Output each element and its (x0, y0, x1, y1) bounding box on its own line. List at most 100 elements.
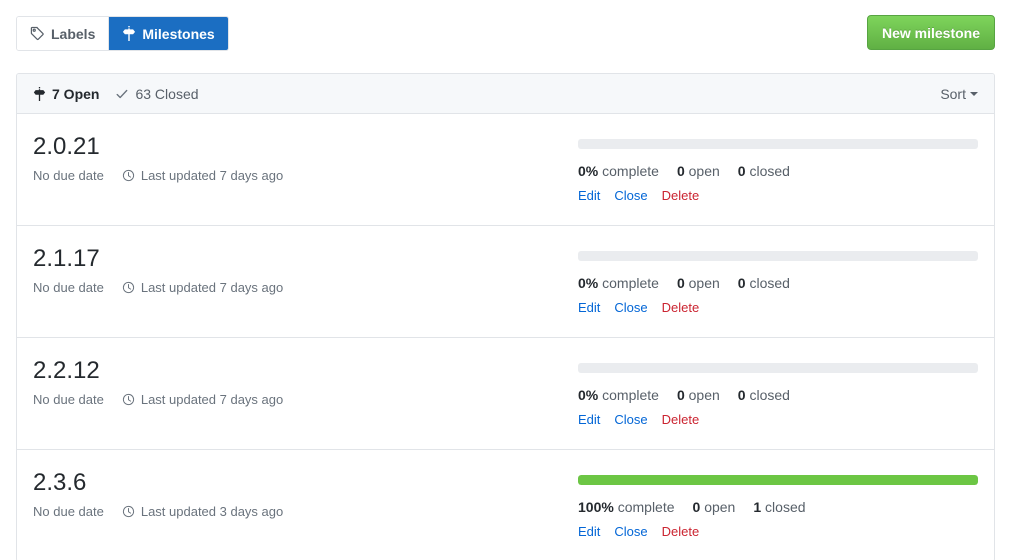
tab-milestones[interactable]: Milestones (108, 17, 228, 50)
open-issues-stat: 0 open (677, 275, 720, 291)
milestone-actions: Edit Close Delete (578, 412, 978, 427)
closed-issues-value: 1 (753, 499, 762, 515)
progress-bar-fill (578, 475, 978, 485)
milestones-container: 7 Open 63 Closed Sort 2.0.21 No due date… (16, 73, 995, 560)
state-counts: 7 Open 63 Closed (33, 86, 199, 102)
milestone-title[interactable]: 2.0.21 (33, 132, 100, 162)
tab-labels-label: Labels (51, 25, 96, 42)
tag-icon (30, 26, 45, 41)
closed-issues-stat: 1 closed (753, 499, 805, 515)
progress-bar (578, 251, 978, 261)
clock-icon (122, 393, 135, 406)
milestone-due-date: No due date (33, 280, 104, 295)
percent-complete-value: 0% (578, 163, 599, 179)
milestone-meta: No due date Last updated 3 days ago (33, 504, 578, 519)
milestone-stats: 0% complete 0 open 0 closed (578, 163, 978, 179)
delete-milestone-link[interactable]: Delete (662, 412, 700, 427)
milestone-due-date: No due date (33, 504, 104, 519)
closed-milestones-filter[interactable]: 63 Closed (115, 86, 199, 102)
closed-issues-label: closed (749, 163, 790, 179)
percent-complete-label: complete (602, 387, 659, 403)
milestone-meta: No due date Last updated 7 days ago (33, 392, 578, 407)
milestone-due-date: No due date (33, 168, 104, 183)
closed-issues-stat: 0 closed (738, 163, 790, 179)
closed-issues-stat: 0 closed (738, 275, 790, 291)
percent-complete-stat: 100% complete (578, 499, 675, 515)
open-issues-value: 0 (676, 387, 685, 403)
edit-milestone-link[interactable]: Edit (578, 412, 600, 427)
closed-issues-stat: 0 closed (738, 387, 790, 403)
close-milestone-link[interactable]: Close (614, 524, 647, 539)
open-issues-label: open (704, 499, 736, 515)
milestone-title[interactable]: 2.1.17 (33, 244, 100, 274)
progress-bar (578, 363, 978, 373)
open-milestones-filter[interactable]: 7 Open (33, 86, 99, 102)
percent-complete-stat: 0% complete (578, 387, 659, 403)
edit-milestone-link[interactable]: Edit (578, 188, 600, 203)
open-issues-stat: 0 open (677, 163, 720, 179)
labels-milestones-tabs: Labels Milestones (16, 16, 229, 51)
milestone-row-2.1.17: 2.1.17 No due date Last updated 7 days a… (17, 226, 994, 338)
edit-milestone-link[interactable]: Edit (578, 524, 600, 539)
milestone-title[interactable]: 2.3.6 (33, 468, 86, 498)
milestone-row-2.2.12: 2.2.12 No due date Last updated 7 days a… (17, 338, 994, 450)
closed-issues-label: closed (749, 387, 790, 403)
milestone-stats: 0% complete 0 open 0 closed (578, 387, 978, 403)
milestone-stats: 100% complete 0 open 1 closed (578, 499, 978, 515)
milestone-progress-area: 0% complete 0 open 0 closed Edit Close D… (578, 132, 978, 203)
milestone-last-updated: Last updated 7 days ago (140, 168, 284, 183)
milestone-meta: No due date Last updated 7 days ago (33, 168, 578, 183)
milestone-actions: Edit Close Delete (578, 524, 978, 539)
milestone-last-updated: Last updated 7 days ago (140, 280, 284, 295)
new-milestone-button[interactable]: New milestone (866, 15, 995, 50)
closed-issues-label: closed (749, 275, 790, 291)
percent-complete-label: complete (617, 499, 675, 515)
open-issues-label: open (688, 163, 720, 179)
close-milestone-link[interactable]: Close (614, 412, 647, 427)
percent-complete-stat: 0% complete (578, 275, 659, 291)
milestone-meta: No due date Last updated 7 days ago (33, 280, 578, 295)
sort-label: Sort (940, 85, 966, 102)
closed-issues-label: closed (765, 499, 806, 515)
closed-issues-value: 0 (737, 163, 746, 179)
open-issues-value: 0 (676, 275, 685, 291)
milestone-row-2.3.6: 2.3.6 No due date Last updated 3 days ag… (17, 450, 994, 560)
chevron-down-icon (970, 91, 978, 96)
progress-bar (578, 139, 978, 149)
new-milestone-button-label: New milestone (881, 24, 980, 41)
percent-complete-stat: 0% complete (578, 163, 659, 179)
milestone-info: 2.2.12 No due date Last updated 7 days a… (33, 356, 578, 427)
edit-milestone-link[interactable]: Edit (578, 300, 600, 315)
tab-milestones-label: Milestones (142, 25, 215, 42)
milestone-icon (122, 26, 136, 41)
percent-complete-label: complete (602, 275, 659, 291)
close-milestone-link[interactable]: Close (614, 188, 647, 203)
tab-labels[interactable]: Labels (17, 17, 109, 50)
page-toolbar: Labels Milestones New milestone (0, 0, 1011, 68)
sort-dropdown[interactable]: Sort (940, 86, 978, 102)
milestone-title[interactable]: 2.2.12 (33, 356, 100, 386)
progress-bar (578, 475, 978, 485)
open-issues-stat: 0 open (677, 387, 720, 403)
milestone-icon (33, 86, 46, 101)
milestone-actions: Edit Close Delete (578, 300, 978, 315)
percent-complete-value: 0% (578, 275, 599, 291)
close-milestone-link[interactable]: Close (614, 300, 647, 315)
delete-milestone-link[interactable]: Delete (662, 300, 700, 315)
delete-milestone-link[interactable]: Delete (662, 188, 700, 203)
closed-issues-value: 0 (737, 387, 746, 403)
check-icon (115, 87, 129, 101)
percent-complete-value: 100% (578, 499, 614, 515)
milestone-list: 2.0.21 No due date Last updated 7 days a… (17, 114, 994, 560)
open-issues-stat: 0 open (693, 499, 736, 515)
milestone-stats: 0% complete 0 open 0 closed (578, 275, 978, 291)
delete-milestone-link[interactable]: Delete (662, 524, 700, 539)
percent-complete-label: complete (602, 163, 659, 179)
clock-icon (122, 169, 135, 182)
open-issues-label: open (688, 387, 720, 403)
milestone-last-updated: Last updated 7 days ago (140, 392, 284, 407)
open-issues-value: 0 (676, 163, 685, 179)
percent-complete-value: 0% (578, 387, 599, 403)
open-issues-value: 0 (692, 499, 701, 515)
milestones-page: Labels Milestones New milestone 7 Open 6… (0, 0, 1011, 560)
